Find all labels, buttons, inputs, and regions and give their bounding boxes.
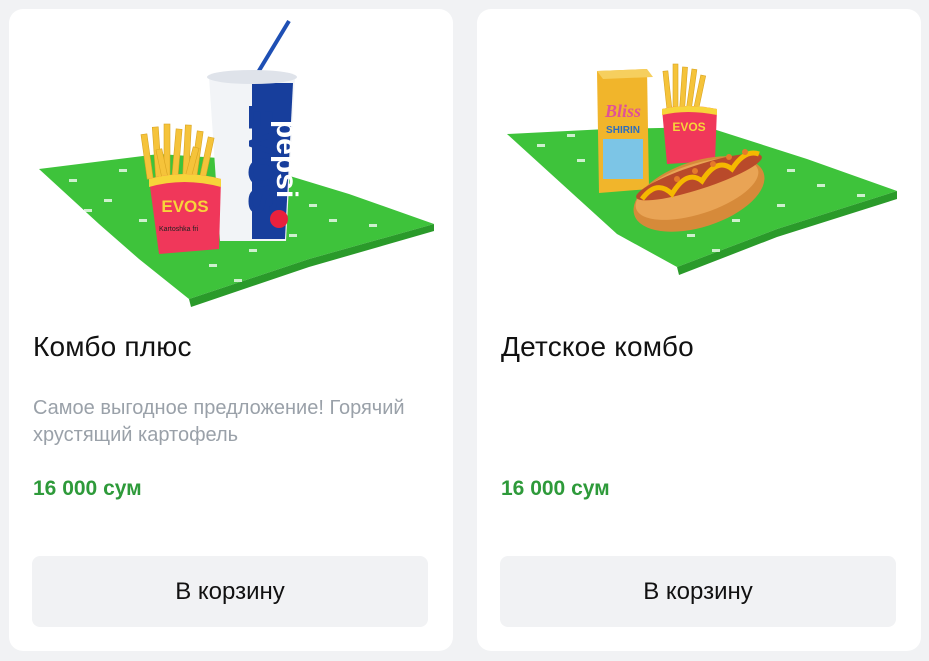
- add-to-cart-button[interactable]: В корзину: [32, 556, 428, 627]
- cup-drink-text: pepsi: [270, 120, 303, 198]
- product-description: Самое выгодное предложение! Горячий хрус…: [33, 397, 405, 446]
- product-title: Комбо плюс: [33, 331, 192, 362]
- fries-brand-text: EVOS: [161, 197, 208, 216]
- product-grid: EVOS pepsi EVOS Kartoshka fri Комбо плюс…: [0, 0, 929, 661]
- product-price: 16 000 сум: [33, 477, 142, 500]
- fries-label-text: Kartoshka fri: [159, 226, 199, 233]
- product-card-combo-plus[interactable]: EVOS pepsi EVOS Kartoshka fri Комбо плюс…: [9, 9, 453, 651]
- juice-brand-text: Bliss: [604, 101, 641, 121]
- kids-combo-image[interactable]: Bliss SHIRIN EVOS: [477, 9, 921, 314]
- juice-box: Bliss SHIRIN: [597, 69, 653, 193]
- add-to-cart-button[interactable]: В корзину: [500, 556, 896, 627]
- product-title: Детское комбо: [501, 331, 694, 362]
- product-price: 16 000 сум: [501, 477, 610, 500]
- fries-brand-text: EVOS: [672, 120, 705, 134]
- combo-plus-image[interactable]: EVOS pepsi EVOS Kartoshka fri: [9, 9, 453, 314]
- juice-label-text: SHIRIN: [606, 125, 640, 136]
- product-card-kids-combo[interactable]: Bliss SHIRIN EVOS Детское комбо 16 000 с…: [477, 9, 921, 651]
- fries-box: EVOS: [662, 63, 717, 164]
